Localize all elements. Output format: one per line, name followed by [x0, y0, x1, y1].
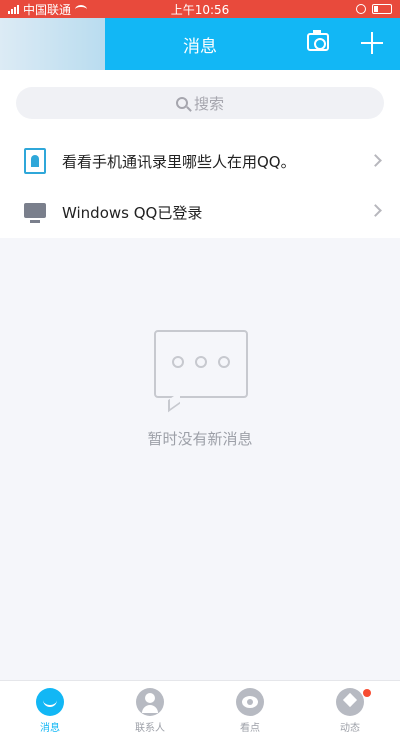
dot-icon	[218, 356, 230, 368]
page-title: 消息	[183, 36, 217, 57]
search-placeholder: 搜索	[193, 94, 224, 113]
search-icon	[175, 97, 188, 109]
avatar[interactable]	[0, 18, 105, 70]
monitor-icon	[24, 203, 46, 223]
windows-login-label: Windows QQ已登录	[62, 203, 203, 222]
tab-messages-label: 消息	[40, 723, 60, 734]
tab-highlights[interactable]: 看点	[200, 681, 300, 740]
person-icon	[136, 688, 164, 716]
status-left: 中国联通	[8, 1, 88, 18]
tab-contacts[interactable]: 联系人	[100, 681, 200, 740]
search-input[interactable]: 搜索	[16, 87, 384, 119]
chevron-right-icon	[369, 204, 382, 217]
signal-icon	[8, 4, 19, 14]
camera-icon[interactable]	[307, 30, 329, 51]
bubble-tail-icon	[168, 391, 180, 413]
chevron-right-icon	[369, 154, 382, 167]
bottom-tab-bar: 消息 联系人 看点 动态	[0, 680, 400, 740]
empty-message-icon	[154, 330, 248, 413]
search-area: 搜索	[0, 70, 400, 136]
eye-icon	[236, 688, 264, 716]
carrier-label: 中国联通	[23, 2, 72, 17]
wifi-icon	[75, 4, 88, 14]
notification-badge	[363, 689, 371, 697]
tab-messages[interactable]: 消息	[0, 681, 100, 740]
location-icon	[356, 4, 366, 14]
status-right	[356, 4, 392, 14]
status-bar: 中国联通 上午10:56	[0, 0, 400, 18]
battery-icon	[372, 4, 392, 14]
empty-state-text: 暂时没有新消息	[147, 430, 253, 448]
contacts-icon	[24, 148, 46, 174]
message-icon	[36, 688, 64, 716]
add-icon[interactable]	[361, 32, 383, 54]
windows-login-row[interactable]: Windows QQ已登录	[0, 186, 400, 238]
tab-highlights-label: 看点	[240, 723, 260, 734]
tab-dynamics[interactable]: 动态	[300, 681, 400, 740]
tab-contacts-label: 联系人	[135, 723, 165, 734]
top-navigation-bar: 消息	[0, 18, 400, 70]
dot-icon	[195, 356, 207, 368]
contacts-suggestion-row[interactable]: 看看手机通讯录里哪些人在用QQ。	[0, 136, 400, 188]
dot-icon	[172, 356, 184, 368]
contacts-suggestion-label: 看看手机通讯录里哪些人在用QQ。	[62, 153, 296, 171]
tab-dynamics-label: 动态	[340, 723, 360, 734]
star-icon	[336, 688, 364, 716]
